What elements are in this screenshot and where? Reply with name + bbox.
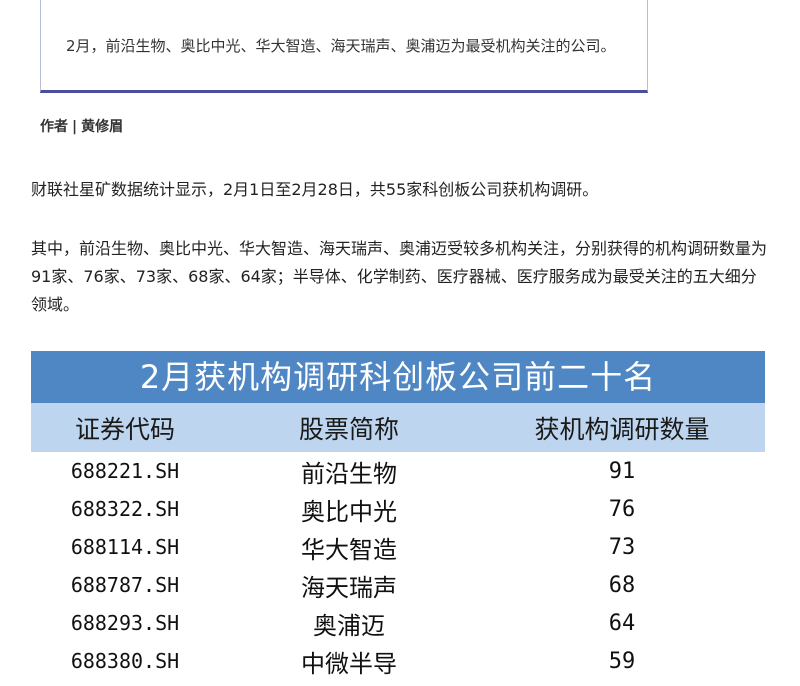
cell-count: 68 [608, 572, 636, 598]
cell-name: 华大智造 [301, 535, 397, 564]
table-header-row: 证券代码 股票简称 获机构调研数量 [31, 403, 765, 452]
table-row: 688380.SH 中微半导 59 [31, 642, 765, 680]
paragraph-intro: 财联社星矿数据统计显示，2月1日至2月28日，共55家科创板公司获机构调研。 [31, 180, 599, 199]
table-row: 688114.SH 华大智造 73 [31, 528, 765, 566]
table-row: 688221.SH 前沿生物 91 [31, 452, 765, 490]
cell-code: 688380.SH [70, 649, 180, 673]
cell-name: 前沿生物 [301, 459, 397, 488]
summary-box: 2月，前沿生物、奥比中光、华大智造、海天瑞声、奥浦迈为最受机构关注的公司。 [40, 0, 648, 93]
author-name: 黄修眉 [81, 119, 124, 135]
header-count: 获机构调研数量 [534, 414, 710, 444]
cell-name: 奥比中光 [301, 497, 397, 526]
cell-count: 73 [608, 534, 636, 560]
cell-count: 64 [608, 610, 636, 636]
cell-code: 688114.SH [70, 535, 180, 559]
cell-code: 688322.SH [70, 497, 180, 521]
table-row: 688322.SH 奥比中光 76 [31, 490, 765, 528]
author-line: 作者 | 黄修眉 [40, 116, 123, 136]
cell-name: 中微半导 [301, 649, 397, 678]
summary-text: 2月，前沿生物、奥比中光、华大智造、海天瑞声、奥浦迈为最受机构关注的公司。 [66, 37, 616, 55]
cell-count: 91 [608, 458, 636, 484]
table-row: 688787.SH 海天瑞声 68 [31, 566, 765, 604]
author-label: 作者 [40, 119, 68, 135]
author-separator: | [72, 119, 78, 135]
cell-count: 76 [608, 496, 636, 522]
cell-code: 688787.SH [70, 573, 180, 597]
cell-code: 688293.SH [70, 611, 180, 635]
paragraph-detail: 其中，前沿生物、奥比中光、华大智造、海天瑞声、奥浦迈受较多机构关注，分别获得的机… [31, 239, 768, 314]
cell-name: 海天瑞声 [301, 573, 397, 602]
cell-count: 59 [608, 648, 636, 674]
cell-name: 奥浦迈 [313, 611, 385, 640]
ranking-table: 2月获机构调研科创板公司前二十名 证券代码 股票简称 获机构调研数量 68822… [31, 351, 765, 686]
cell-code: 688221.SH [70, 459, 180, 483]
header-code: 证券代码 [74, 414, 175, 444]
header-name: 股票简称 [298, 414, 399, 444]
table-title: 2月获机构调研科创板公司前二十名 [31, 351, 765, 403]
table-row: 688293.SH 奥浦迈 64 [31, 604, 765, 642]
